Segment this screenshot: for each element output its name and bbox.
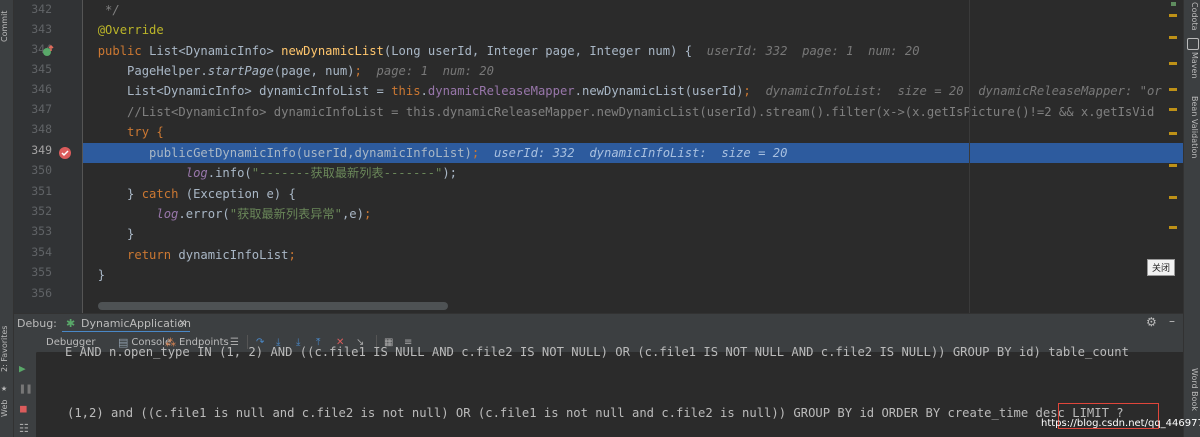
line-number: 354 [31,245,52,259]
error-stripe-mark[interactable] [1169,14,1177,17]
bean-validation-tool-tab[interactable]: Bean Validation [1186,96,1199,182]
web-tool-tab[interactable]: Web [0,396,13,420]
watermark-text: https://blog.csdn.net/qq_44697754 [1041,418,1200,429]
code-line-346: List<DynamicInfo> dynamicInfoList = this… [127,84,1162,98]
resume-icon[interactable]: ▶ [19,362,26,375]
codota-tool-tab[interactable]: Codota [1186,2,1199,32]
code-line-350: log.info("-------获取最新列表-------"); [185,166,457,180]
console-output[interactable]: E AND n.open_type IN (1, 2) AND ((c.file… [37,345,1200,437]
stop-icon[interactable]: ■ [20,402,27,415]
gear-icon[interactable]: ⚙ [1146,315,1157,329]
code-line-353: } [127,227,135,241]
line-number: 345 [31,62,52,76]
code-line-348: try { [127,125,164,139]
line-number: 342 [31,2,52,16]
error-stripe-mark[interactable] [1169,132,1177,135]
console-line: E AND n.open_type IN (1, 2) AND ((c.file… [65,345,1129,359]
debug-label: Debug: [17,317,57,330]
line-number: 356 [31,286,52,300]
right-margin-guide [969,0,970,313]
error-stripe-mark[interactable] [1169,88,1177,91]
debug-config-tab[interactable]: DynamicApplication [81,317,191,330]
right-tool-stripe: Codota Maven Bean Validation Word Book [1183,0,1200,437]
line-number: 355 [31,265,52,279]
pause-icon[interactable]: ❚❚ [19,382,32,395]
debug-tool-window-header: Debug: ✱ DynamicApplication × ⚙ – [14,313,1183,333]
code-line-351: } catch (Exception e) { [127,187,296,201]
debug-side-toolbar: ▶ ❚❚ ■ ☷ [14,352,36,437]
inspection-indicator[interactable] [1171,2,1176,6]
horizontal-scrollbar[interactable] [98,302,448,310]
editor-gutter: 342 343 344 345 346 347 348 349 350 351 … [14,0,83,313]
breakpoint-icon[interactable] [58,146,72,160]
code-line-344: public List<DynamicInfo> newDynamicList(… [97,44,920,58]
star-icon: ★ [1,383,8,394]
bug-icon: ✱ [66,317,76,330]
line-number: 353 [31,224,52,238]
code-line-343: @Override [97,23,164,37]
line-number: 352 [31,204,52,218]
line-number: 348 [31,122,52,136]
line-number-current: 349 [31,143,52,157]
error-stripe-mark[interactable] [1169,164,1177,167]
error-stripe-mark[interactable] [1169,36,1177,39]
left-tool-stripe: Commit 2: Favorites ★ Web [0,0,14,437]
minimize-icon[interactable]: – [1169,314,1175,328]
console-line: (1,2) and ((c.file1 is null and c.file2 … [67,406,1124,420]
code-line-349-execution-point: publicGetDynamicInfo(userId,dynamicInfoL… [83,143,1183,163]
code-line-342: */ [105,3,120,17]
line-number: 351 [31,184,52,198]
commit-tool-tab[interactable]: Commit [0,4,13,48]
error-stripe-mark[interactable] [1169,62,1177,65]
close-icon[interactable]: × [178,316,187,329]
code-editor[interactable]: */ @Override public List<DynamicInfo> ne… [83,0,1183,313]
maven-tool-tab[interactable]: Maven [1186,52,1199,86]
line-number: 346 [31,82,52,96]
code-line-345: PageHelper.startPage(page, num); page: 1… [127,64,494,78]
line-number: 350 [31,163,52,177]
error-stripe-mark[interactable] [1169,108,1177,111]
line-number: 347 [31,102,52,116]
settings-list-icon[interactable]: ☷ [19,422,29,435]
close-tooltip: 关闭 [1147,259,1176,276]
error-stripe-mark[interactable] [1169,196,1177,199]
code-line-347: //List<DynamicInfo> dynamicInfoList = th… [127,105,1155,119]
favorites-tool-tab[interactable]: 2: Favorites [0,318,13,380]
code-line-352: log.error("获取最新列表异常",e); [156,207,372,221]
line-number: 343 [31,22,52,36]
override-method-icon[interactable] [42,45,54,57]
error-stripe-mark[interactable] [1169,226,1177,229]
maven-icon [1187,38,1199,50]
code-line-354: return dynamicInfoList; [127,248,296,262]
code-line-355: } [97,268,106,282]
